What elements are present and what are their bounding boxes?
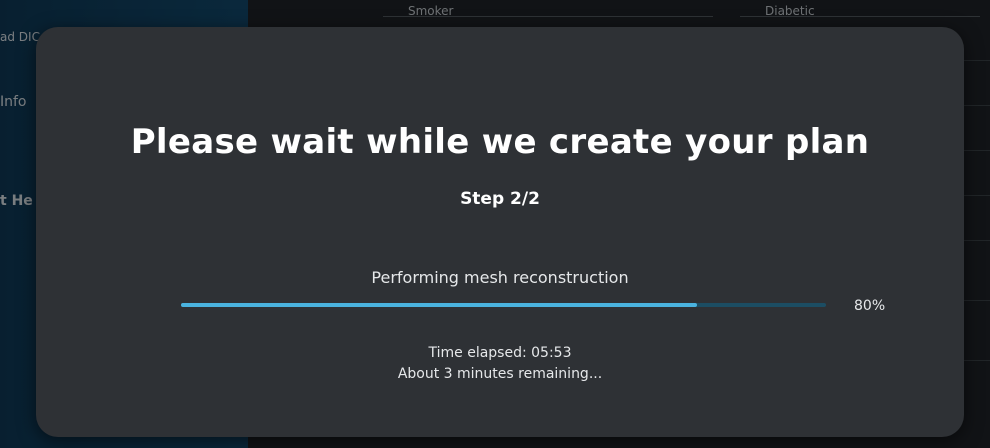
progress-modal: Please wait while we create your plan St… [36, 27, 964, 437]
modal-title: Please wait while we create your plan [130, 122, 870, 162]
time-remaining: About 3 minutes remaining... [397, 366, 603, 382]
progress-bar [181, 303, 826, 307]
current-task-label: Performing mesh reconstruction [371, 268, 629, 287]
progress-bar-fill [181, 303, 697, 307]
progress-percent: 80% [854, 298, 886, 314]
step-indicator: Step 2/2 [460, 189, 540, 209]
time-elapsed: Time elapsed: 05:53 [428, 345, 572, 361]
